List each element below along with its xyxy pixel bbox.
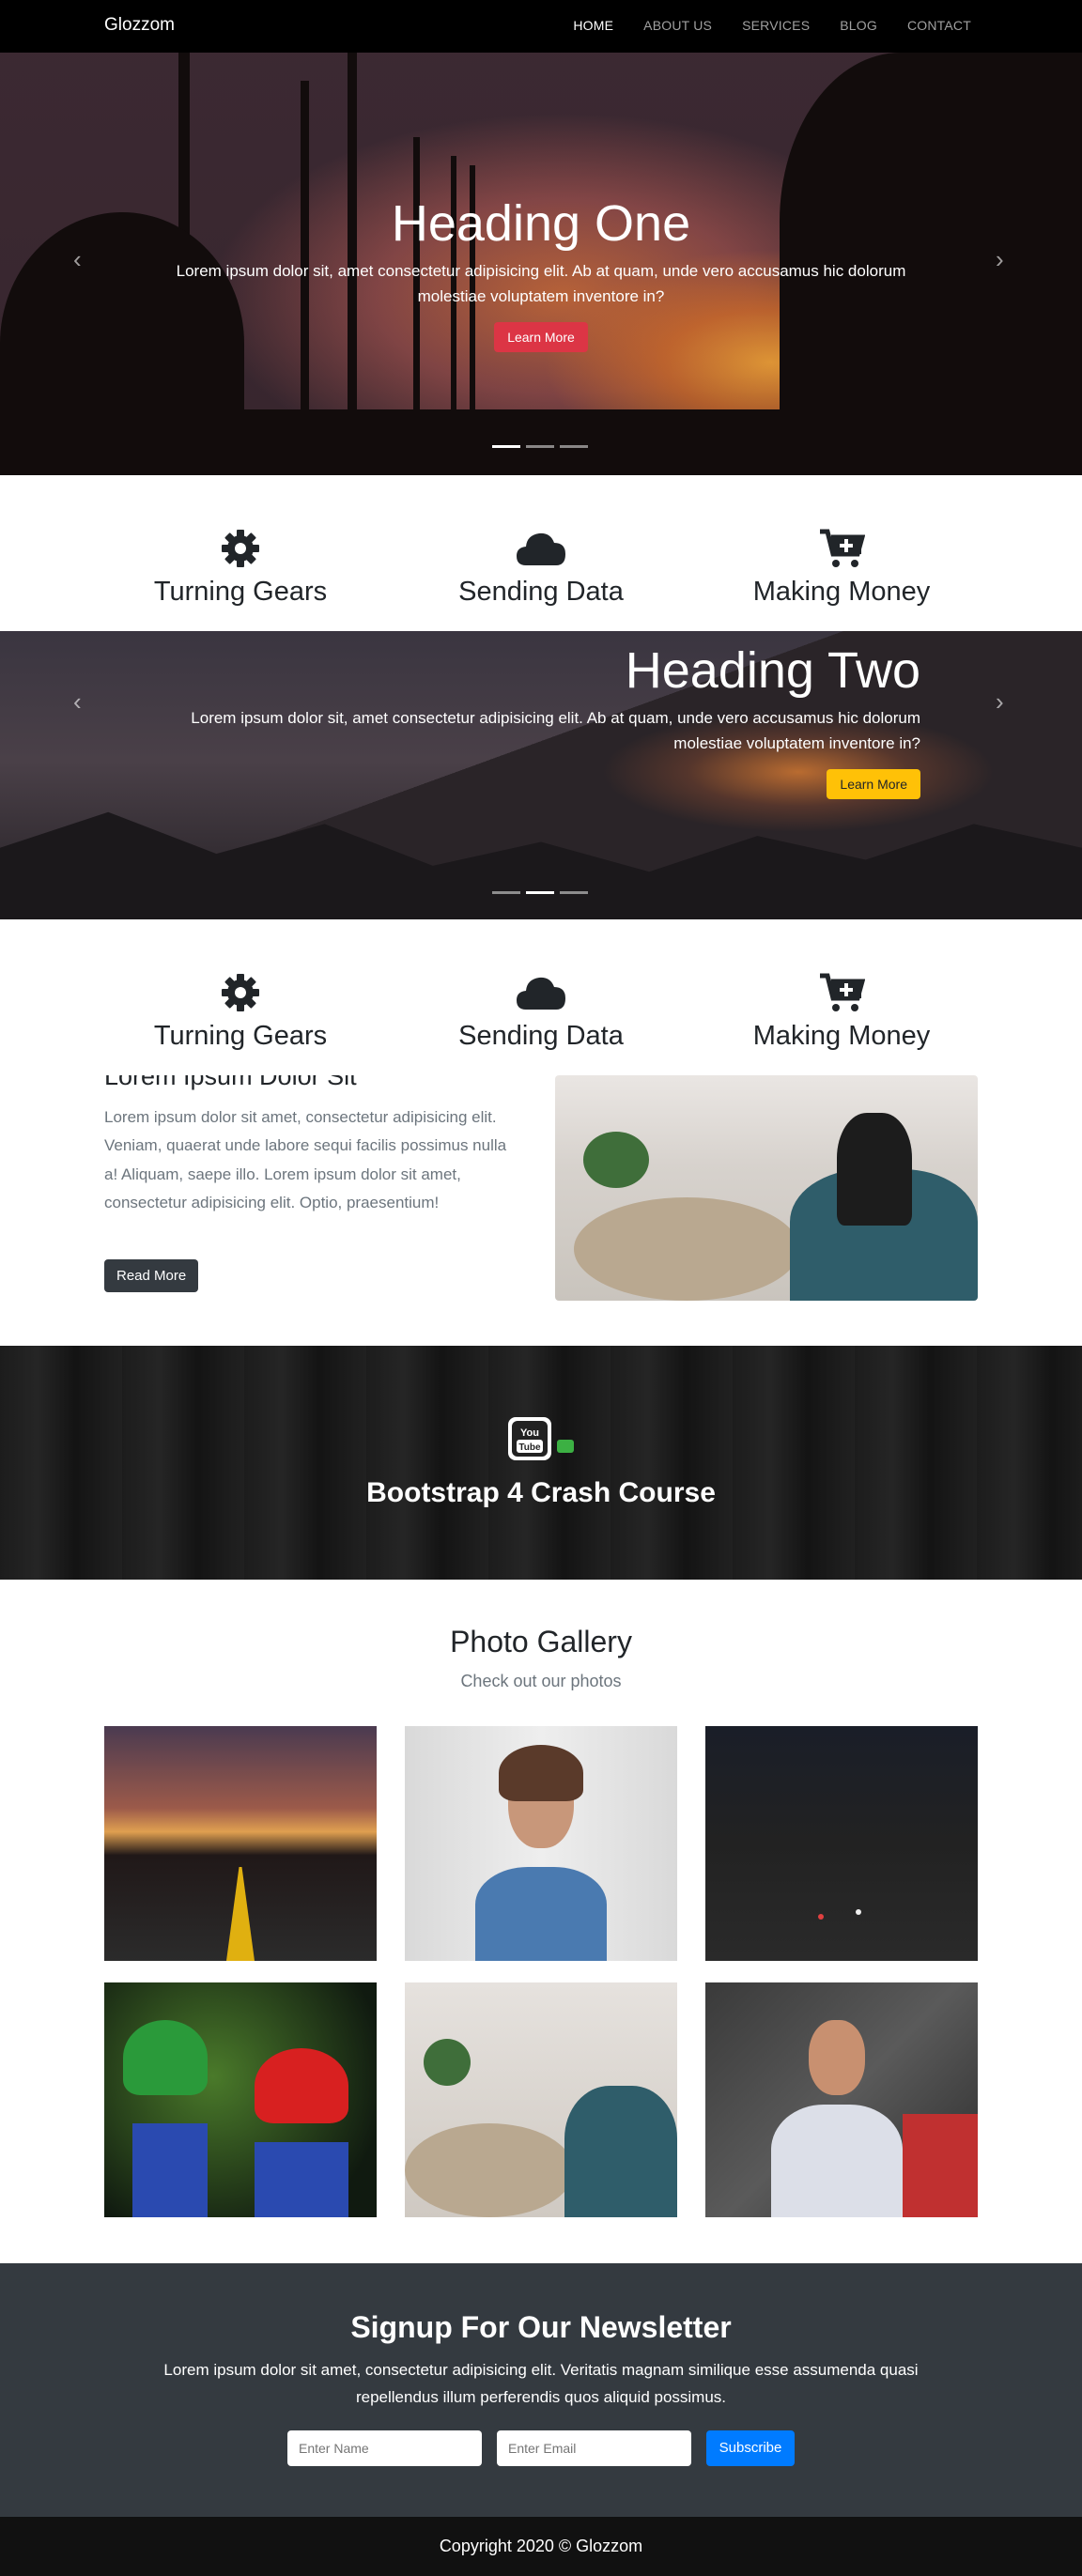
- newsletter-title: Signup For Our Newsletter: [350, 2310, 732, 2344]
- gear-icon: [222, 530, 259, 567]
- feature-title: Turning Gears: [153, 577, 328, 607]
- carousel-next-icon[interactable]: ›: [996, 687, 1004, 717]
- features-row: Turning Gears Sending Data Making Money: [0, 475, 1082, 631]
- person-shape: [837, 1113, 912, 1226]
- beanbag-shape: [564, 2086, 677, 2217]
- feature-turning-gears: Turning Gears: [118, 528, 363, 608]
- gallery-thumbnail[interactable]: [104, 1726, 377, 1961]
- copyright-text: Copyright 2020 © Glozzom: [439, 2537, 643, 2555]
- carousel-indicators: [492, 445, 588, 448]
- about-image: [555, 1075, 978, 1301]
- luigi-overalls: [132, 2123, 208, 2217]
- feature-making-money: Making Money: [719, 972, 964, 1052]
- light-dot: [818, 1914, 824, 1920]
- carousel-indicator[interactable]: [560, 891, 588, 894]
- learn-more-button[interactable]: Learn More: [494, 322, 588, 353]
- hair-shape: [499, 1745, 583, 1801]
- feature-title: Sending Data: [458, 577, 624, 607]
- gallery-thumbnail[interactable]: [705, 1982, 978, 2217]
- video-title: Bootstrap 4 Crash Course: [366, 1477, 716, 1508]
- carousel-indicator[interactable]: [526, 445, 554, 448]
- nav-link-about[interactable]: ABOUT US: [643, 18, 712, 33]
- carousel-prev-icon[interactable]: ‹: [73, 687, 82, 717]
- navbar: Glozzom HOME ABOUT US SERVICES BLOG CONT…: [0, 0, 1082, 53]
- chair-shape: [903, 2114, 978, 2217]
- carousel-next-icon[interactable]: ›: [996, 245, 1004, 274]
- newsletter-section: Signup For Our Newsletter Lorem ipsum do…: [0, 2263, 1082, 2517]
- email-input[interactable]: [497, 2430, 691, 2466]
- jacket-shape: [475, 1867, 607, 1961]
- nav-link-contact[interactable]: CONTACT: [907, 18, 971, 33]
- cart-plus-icon: [820, 529, 865, 567]
- subscribe-button[interactable]: Subscribe: [706, 2430, 795, 2466]
- plant-shape: [424, 2039, 471, 2086]
- road-line: [226, 1867, 255, 1961]
- video-overlay: [0, 1346, 1082, 1580]
- slide-text: Lorem ipsum dolor sit, amet consectetur …: [176, 261, 906, 305]
- feature-making-money: Making Money: [719, 528, 964, 608]
- table-shape: [405, 2123, 574, 2217]
- footer: Copyright 2020 © Glozzom: [0, 2517, 1082, 2576]
- about-text: Lorem ipsum dolor sit amet, consectetur …: [104, 1108, 507, 1211]
- slide-caption: Heading One Lorem ipsum dolor sit, amet …: [160, 193, 922, 353]
- nav-link-blog[interactable]: BLOG: [840, 18, 877, 33]
- gallery-thumbnail[interactable]: [405, 1982, 677, 2217]
- nav-link-services[interactable]: SERVICES: [742, 18, 810, 33]
- gear-icon: [222, 974, 259, 1011]
- cloud-icon: [517, 977, 565, 1010]
- about-title: Lorem Ipsum Dolor Sit: [104, 1075, 357, 1090]
- nav-links: HOME ABOUT US SERVICES BLOG CONTACT: [573, 18, 971, 33]
- learn-more-button[interactable]: Learn More: [827, 769, 920, 800]
- gallery-thumbnail[interactable]: [705, 1726, 978, 1961]
- newsletter-text: Lorem ipsum dolor sit amet, consectetur …: [163, 2361, 919, 2406]
- light-dot: [856, 1909, 861, 1915]
- feature-sending-data: Sending Data: [419, 528, 663, 608]
- mario-hat: [255, 2048, 348, 2123]
- carousel-prev-icon[interactable]: ‹: [73, 245, 82, 274]
- name-input[interactable]: [287, 2430, 482, 2466]
- brand-logo[interactable]: Glozzom: [104, 15, 175, 36]
- svg-text:Tube: Tube: [518, 1442, 541, 1453]
- cloud-icon: [517, 532, 565, 565]
- features-row: Turning Gears Sending Data Making Money: [0, 919, 1082, 1075]
- carousel-slide-1: Heading One Lorem ipsum dolor sit, amet …: [0, 53, 1082, 475]
- forest-decoration: [0, 811, 1082, 919]
- about-section: Lorem Ipsum Dolor Sit Lorem ipsum dolor …: [0, 1075, 1082, 1346]
- ground-decoration: [0, 409, 1082, 475]
- carousel-indicator[interactable]: [492, 445, 520, 448]
- gallery-subtitle: Check out our photos: [460, 1672, 622, 1690]
- table-shape: [574, 1197, 799, 1301]
- gallery-title: Photo Gallery: [450, 1625, 632, 1658]
- gallery-thumbnail[interactable]: [104, 1982, 377, 2217]
- gallery-thumbnail[interactable]: [405, 1726, 677, 1961]
- slide-text: Lorem ipsum dolor sit, amet consectetur …: [191, 708, 920, 752]
- feature-title: Turning Gears: [153, 1021, 328, 1051]
- mario-overalls: [255, 2142, 348, 2217]
- plant-shape: [583, 1132, 649, 1188]
- feature-sending-data: Sending Data: [419, 972, 663, 1052]
- shirt-shape: [771, 2105, 903, 2217]
- feature-title: Making Money: [752, 1021, 931, 1051]
- carousel-indicator[interactable]: [492, 891, 520, 894]
- carousel-slide-2: Heading Two Lorem ipsum dolor sit, amet …: [0, 631, 1082, 919]
- carousel-indicator[interactable]: [526, 891, 554, 894]
- cart-plus-icon: [820, 973, 865, 1011]
- luigi-hat: [123, 2020, 208, 2095]
- slide-heading: Heading One: [391, 195, 691, 252]
- carousel-indicator[interactable]: [560, 445, 588, 448]
- read-more-button[interactable]: Read More: [104, 1259, 199, 1292]
- feature-title: Making Money: [752, 577, 931, 607]
- slide-caption: Heading Two Lorem ipsum dolor sit, amet …: [160, 640, 920, 800]
- video-section: You Tube Bootstrap 4 Crash Course: [0, 1346, 1082, 1580]
- slide-heading: Heading Two: [625, 642, 920, 699]
- play-icon[interactable]: [557, 1440, 574, 1453]
- carousel-indicators: [492, 891, 588, 894]
- nav-link-home[interactable]: HOME: [573, 18, 613, 33]
- youtube-icon[interactable]: You Tube: [508, 1417, 551, 1460]
- feature-title: Sending Data: [458, 1021, 624, 1051]
- face-shape: [809, 2020, 865, 2095]
- feature-turning-gears: Turning Gears: [118, 972, 363, 1052]
- svg-text:You: You: [520, 1427, 539, 1439]
